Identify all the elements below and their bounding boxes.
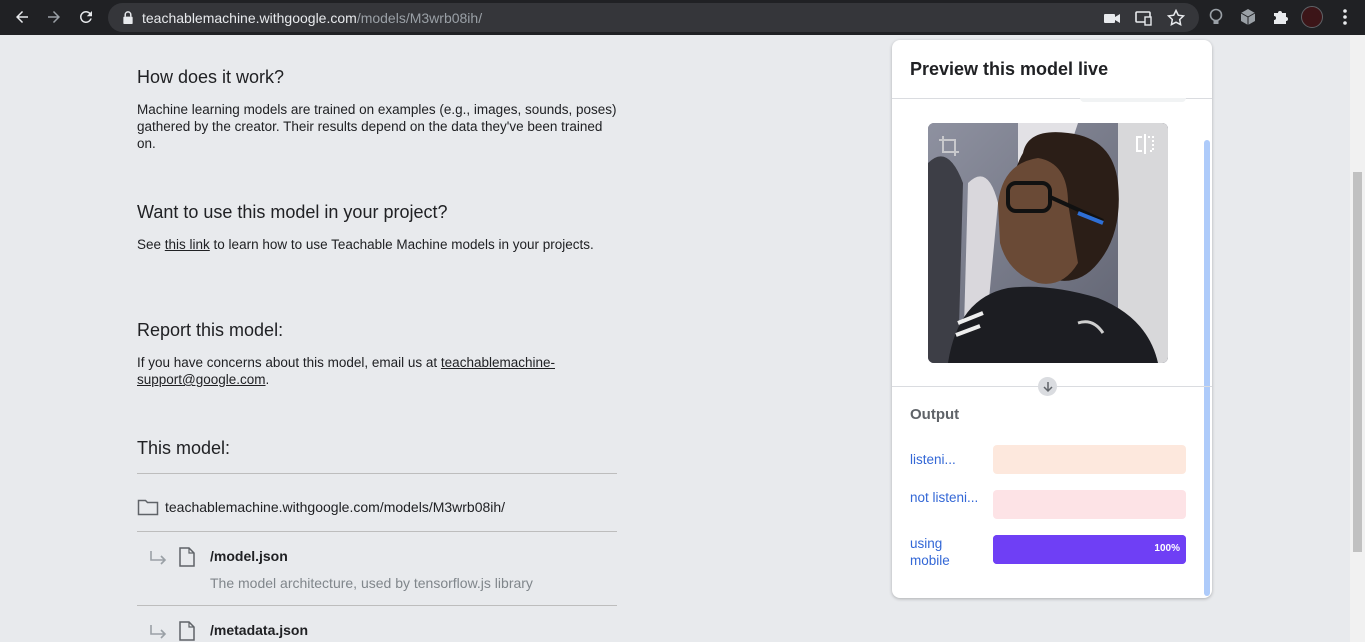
output-label: Output <box>910 406 960 423</box>
puzzle-icon[interactable] <box>1271 8 1289 26</box>
divider <box>137 531 617 532</box>
url-text: teachablemachine.withgoogle.com/models/M… <box>142 10 482 26</box>
reload-icon[interactable] <box>74 5 98 29</box>
report-model-text: If you have concerns about this model, e… <box>137 354 617 388</box>
preview-panel: Preview this model live Output listeni..… <box>892 40 1212 598</box>
back-icon[interactable] <box>10 5 34 29</box>
use-model-text: See this link to learn how to use Teacha… <box>137 236 617 253</box>
subdirectory-arrow-icon <box>150 551 167 565</box>
how-it-works-heading: How does it work? <box>137 67 285 87</box>
panel-scrollbar[interactable] <box>1204 140 1210 596</box>
browser-toolbar: teachablemachine.withgoogle.com/models/M… <box>0 0 1365 35</box>
class-name: not listeni... <box>910 490 979 505</box>
confidence-bar <box>993 445 1186 474</box>
preview-title: Preview this model live <box>910 59 1109 79</box>
subdirectory-arrow-icon <box>150 625 167 639</box>
file-name: /metadata.json <box>210 622 309 638</box>
this-link[interactable]: this link <box>165 237 210 252</box>
file-icon <box>179 547 195 567</box>
confidence-bar: 100% <box>993 535 1186 564</box>
this-model-heading: This model: <box>137 438 231 458</box>
use-model-text-prefix: See <box>137 237 165 252</box>
file-icon <box>179 621 195 641</box>
profile-avatar[interactable] <box>1301 6 1323 28</box>
extension-cube-icon[interactable] <box>1239 8 1257 26</box>
how-it-works-text: Machine learning models are trained on e… <box>137 102 617 151</box>
scrollbar-thumb[interactable] <box>1353 172 1362 552</box>
report-text-prefix: If you have concerns about this model, e… <box>137 355 441 370</box>
page-content: How does it work? Machine learning model… <box>0 35 1350 642</box>
crop-icon[interactable] <box>938 135 960 157</box>
confidence-bar <box>993 490 1186 519</box>
webcam-preview <box>928 123 1168 363</box>
folder-path: teachablemachine.withgoogle.com/models/M… <box>165 499 506 515</box>
divider <box>137 473 617 474</box>
webcam-image <box>928 123 1168 363</box>
report-text-suffix: . <box>265 372 270 387</box>
file-row-model-json: /model.json The model architecture, used… <box>137 545 617 595</box>
bookmark-star-icon[interactable] <box>1167 9 1185 27</box>
cast-icon[interactable] <box>1134 9 1152 27</box>
menu-dots-icon[interactable] <box>1336 8 1354 26</box>
confidence-percent: 100% <box>1154 543 1180 554</box>
url-host: teachablemachine.withgoogle.com <box>142 10 357 26</box>
input-selector-tab[interactable] <box>1080 98 1186 102</box>
camera-icon[interactable] <box>1103 9 1121 27</box>
use-model-text-suffix: to learn how to use Teachable Machine mo… <box>209 237 594 252</box>
lock-icon <box>123 11 133 24</box>
report-model-heading: Report this model: <box>137 320 284 340</box>
forward-icon[interactable] <box>42 5 66 29</box>
url-path: /models/M3wrb08ih/ <box>356 10 483 26</box>
folder-icon <box>137 499 159 516</box>
extension-bulb-icon[interactable] <box>1207 8 1225 26</box>
divider <box>137 605 617 606</box>
folder-row: teachablemachine.withgoogle.com/models/M… <box>137 498 617 522</box>
flip-icon[interactable] <box>1134 133 1156 155</box>
file-row-metadata-json: /metadata.json <box>137 619 617 642</box>
address-bar[interactable]: teachablemachine.withgoogle.com/models/M… <box>108 3 1199 32</box>
file-description: The model architecture, used by tensorfl… <box>210 575 533 591</box>
file-name: /model.json <box>210 548 288 564</box>
page-scrollbar[interactable] <box>1350 35 1365 642</box>
class-name: listeni... <box>910 452 956 467</box>
class-name: using mobile <box>910 536 950 568</box>
arrow-down-icon[interactable] <box>1038 377 1057 396</box>
use-model-heading: Want to use this model in your project? <box>137 202 448 222</box>
